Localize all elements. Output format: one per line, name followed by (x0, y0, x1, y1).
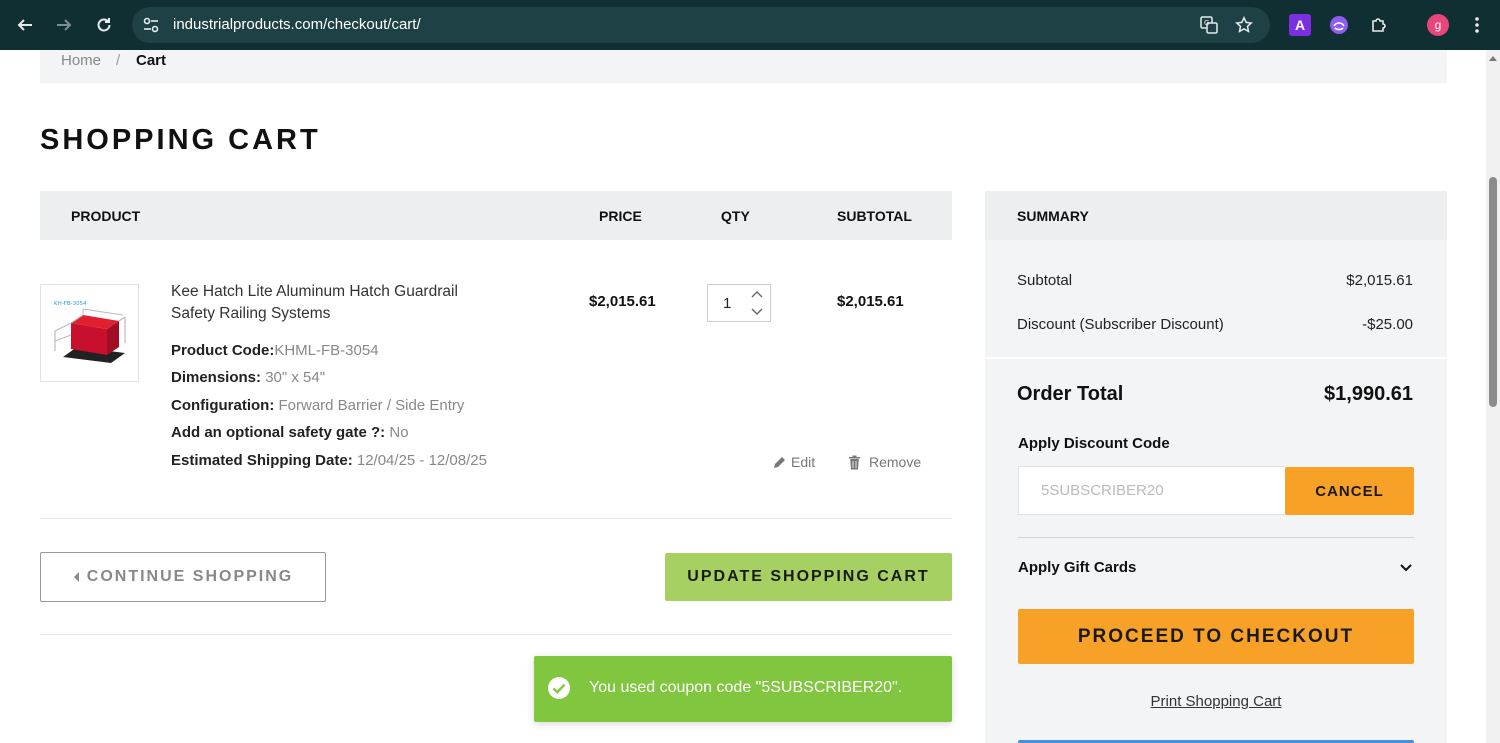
product-image-label: KH-FB-3054 (54, 301, 87, 307)
toast-message: You used coupon code "5SUBSCRIBER20". (589, 679, 903, 696)
product-thumbnail[interactable]: KH-FB-3054 (40, 284, 139, 382)
cart-table-header: PRODUCT PRICE QTY SUBTOTAL (40, 191, 952, 240)
scrollbar-thumb[interactable] (1489, 177, 1497, 407)
discount-code-label: Apply Discount Code (1018, 435, 1170, 452)
product-name-link[interactable]: Kee Hatch Lite Aluminum Hatch Guardrail … (171, 281, 501, 325)
summary-subtotal-value: $2,015.61 (1346, 272, 1413, 289)
attr-value: Forward Barrier / Side Entry (278, 397, 465, 414)
remove-button[interactable]: Remove (848, 454, 921, 470)
attr-value: KHML-FB-3054 (274, 342, 379, 359)
attr-label: Configuration: (171, 397, 275, 414)
extension-a-icon[interactable]: A (1289, 14, 1311, 36)
translate-icon[interactable]: G (1198, 14, 1220, 36)
breadcrumb-separator: / (116, 52, 121, 69)
summary-discount-label: Discount (Subscriber Discount) (1017, 316, 1224, 333)
continue-shopping-button[interactable]: CONTINUE SHOPPING (40, 552, 326, 602)
attr-label: Product Code: (171, 342, 275, 359)
item-subtotal: $2,015.61 (837, 293, 904, 310)
extension-swirl-icon[interactable] (1328, 14, 1350, 36)
back-icon[interactable] (13, 13, 37, 37)
forward-icon[interactable] (52, 13, 76, 37)
attr-value: 12/04/25 - 12/08/25 (356, 452, 487, 469)
site-settings-icon[interactable] (140, 14, 162, 36)
gift-cards-toggle[interactable]: Apply Gift Cards (1018, 559, 1136, 576)
attr-label: Estimated Shipping Date: (171, 452, 353, 469)
update-cart-button[interactable]: UPDATE SHOPPING CART (665, 553, 952, 601)
summary-subtotal-row: Subtotal $2,015.61 (1017, 272, 1413, 289)
pencil-icon (774, 456, 785, 468)
caret-left-icon (73, 572, 79, 582)
summary-header: SUMMARY (985, 191, 1447, 240)
attr-product-code: Product Code:KHML-FB-3054 (171, 342, 379, 359)
browser-menu-icon[interactable] (1466, 14, 1488, 36)
page-scrollbar[interactable] (1486, 50, 1500, 743)
edit-label: Edit (791, 454, 816, 470)
header-qty: QTY (721, 208, 750, 224)
summary-divider (985, 357, 1447, 359)
attr-value: 30" x 54" (265, 369, 326, 386)
order-summary-panel: SUMMARY Subtotal $2,015.61 Discount (Sub… (985, 191, 1447, 743)
svg-text:G: G (1204, 19, 1209, 27)
attr-dimensions: Dimensions: 30" x 54" (171, 369, 325, 386)
reload-icon[interactable] (92, 13, 116, 37)
header-price: PRICE (599, 208, 642, 224)
summary-discount-row: Discount (Subscriber Discount) -$25.00 (1017, 316, 1413, 333)
attr-configuration: Configuration: Forward Barrier / Side En… (171, 397, 464, 414)
remove-label: Remove (869, 454, 922, 470)
attr-value: No (389, 424, 409, 441)
browser-toolbar: industrialproducts.com/checkout/cart/ G … (0, 0, 1500, 50)
breadcrumb-current: Cart (136, 52, 167, 69)
chevron-down-icon[interactable] (1399, 563, 1413, 573)
attr-shipping-date: Estimated Shipping Date: 12/04/25 - 12/0… (171, 452, 487, 469)
scroll-up-icon[interactable] (1489, 56, 1497, 61)
item-price: $2,015.61 (589, 293, 656, 310)
attr-label: Dimensions: (171, 369, 262, 386)
breadcrumb-home-link[interactable]: Home (61, 52, 101, 69)
cancel-coupon-button[interactable]: CANCEL (1285, 467, 1414, 515)
actions-divider (40, 634, 952, 635)
proceed-to-checkout-button[interactable]: PROCEED TO CHECKOUT (1018, 609, 1414, 664)
header-subtotal: SUBTOTAL (837, 208, 912, 224)
summary-title: SUMMARY (1017, 208, 1089, 224)
profile-avatar[interactable]: g (1427, 14, 1449, 36)
quantity-input[interactable]: 1 (723, 295, 731, 312)
attr-label: Add an optional safety gate ?: (171, 424, 386, 441)
quantity-stepper[interactable]: 1 (707, 284, 771, 322)
summary-discount-value: -$25.00 (1362, 316, 1413, 333)
check-circle-icon (548, 677, 570, 699)
bookmark-star-icon[interactable] (1233, 14, 1255, 36)
edit-button[interactable]: Edit (772, 454, 815, 470)
order-total-value: $1,990.61 (1324, 383, 1413, 405)
trash-icon (849, 455, 860, 469)
continue-shopping-label: CONTINUE SHOPPING (86, 568, 294, 585)
url-text[interactable]: industrialproducts.com/checkout/cart/ (173, 16, 421, 33)
row-divider (40, 518, 952, 519)
breadcrumb: Home / Cart (40, 50, 1447, 83)
address-bar[interactable]: industrialproducts.com/checkout/cart/ G (132, 7, 1270, 43)
coupon-success-toast: You used coupon code "5SUBSCRIBER20". (534, 656, 952, 722)
print-cart-link[interactable]: Print Shopping Cart (985, 693, 1447, 710)
qty-increase-icon[interactable] (750, 290, 764, 300)
gift-cards-divider (1018, 537, 1414, 538)
summary-subtotal-label: Subtotal (1017, 272, 1073, 289)
order-total-label: Order Total (1017, 383, 1124, 405)
extensions-puzzle-icon[interactable] (1368, 14, 1390, 36)
page-title: SHOPPING CART (40, 124, 321, 156)
attr-safety-gate: Add an optional safety gate ?: No (171, 424, 409, 441)
header-product: PRODUCT (71, 208, 141, 224)
qty-decrease-icon[interactable] (750, 306, 764, 316)
discount-code-input[interactable]: 5SUBSCRIBER20 (1018, 466, 1286, 515)
